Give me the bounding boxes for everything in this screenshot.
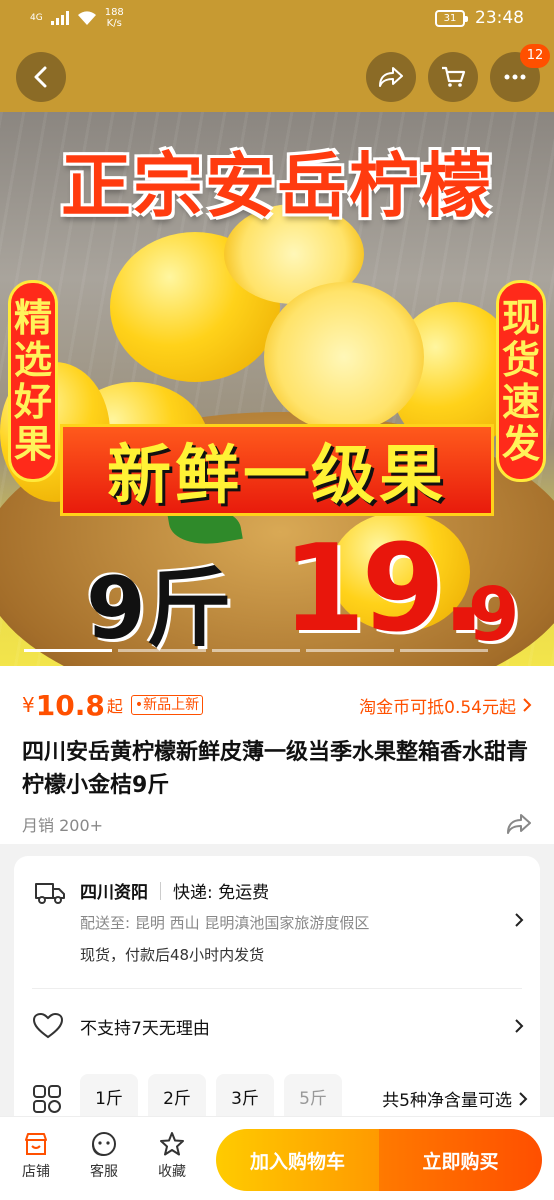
favorite-label: 收藏	[158, 1164, 186, 1180]
chevron-right-icon	[519, 1091, 528, 1106]
price-row: ¥ 10.8 起 •新品上新 淘金币可抵0.54元起	[22, 688, 532, 722]
return-policy-row[interactable]: 不支持7天无理由	[14, 1006, 540, 1046]
service-label: 客服	[90, 1164, 118, 1180]
network-label: 4G	[30, 13, 43, 23]
buy-now-button[interactable]: 立即购买	[379, 1129, 542, 1191]
product-image-carousel[interactable]: 正宗安岳柠檬 精选好果 现货速发 新鲜一级果 9斤 19. 9	[0, 112, 554, 666]
heart-shield-icon	[32, 1012, 64, 1039]
customer-service-button[interactable]: 客服	[74, 1131, 134, 1181]
speed-value: 188	[104, 7, 124, 18]
shop-icon	[25, 1133, 47, 1155]
divider	[32, 988, 522, 989]
delivery-origin-row: 四川资阳 快递: 免运费	[80, 878, 269, 903]
hero-price-qty: 9斤	[86, 559, 232, 659]
spec-more-text: 共5种净含量可选	[382, 1091, 512, 1111]
more-icon	[504, 74, 526, 80]
wifi-icon	[77, 10, 96, 25]
return-policy-text: 不支持7天无理由	[80, 1019, 210, 1039]
truck-icon	[35, 883, 65, 904]
hero-left-tag: 精选好果	[8, 280, 58, 482]
divider	[160, 881, 161, 900]
status-right: 31 23:48	[435, 8, 524, 28]
chevron-right-icon	[515, 1019, 524, 1033]
hero-banner: 新鲜一级果	[60, 424, 494, 516]
carousel-dot[interactable]	[306, 649, 394, 652]
hero-price: 9斤 19. 9	[0, 520, 554, 666]
carousel-dot[interactable]	[212, 649, 300, 652]
carousel-dot[interactable]	[118, 649, 206, 652]
chevron-right-icon	[523, 698, 532, 712]
purchase-buttons: 加入购物车 立即购买	[216, 1129, 542, 1191]
signal-icon	[50, 11, 69, 25]
favorite-button[interactable]: 收藏	[142, 1131, 202, 1181]
cart-button[interactable]	[428, 52, 478, 102]
monthly-sales: 月销 200+	[22, 816, 104, 835]
battery-level: 31	[443, 12, 457, 24]
share-icon[interactable]	[506, 813, 532, 835]
hero-title: 正宗安岳柠檬	[61, 145, 493, 227]
delivery-row[interactable]: 四川资阳 快递: 免运费 配送至: 昆明 西山 昆明滇池国家旅游度假区 现货，付…	[14, 870, 540, 970]
hero-price-decimal: 9	[468, 572, 520, 658]
bottom-action-bar: 店铺 客服 收藏 加入购物车 立即购买	[0, 1116, 554, 1200]
service-card: 四川资阳 快递: 免运费 配送至: 昆明 西山 昆明滇池国家旅游度假区 现货，付…	[14, 856, 540, 1146]
back-button[interactable]	[16, 52, 66, 102]
spec-more-link[interactable]: 共5种净含量可选	[374, 1086, 528, 1111]
chevron-left-icon	[34, 66, 47, 88]
currency-symbol: ¥	[22, 693, 35, 717]
grid-options-icon	[33, 1085, 61, 1113]
network-speed: 188 K/s	[105, 7, 124, 29]
price-suffix: 起	[106, 697, 123, 716]
more-button[interactable]: 12	[490, 44, 550, 102]
hero-right-tag: 现货速发	[496, 280, 546, 482]
chat-icon	[92, 1132, 116, 1156]
share-button[interactable]	[366, 52, 416, 102]
express-fee: 快递: 免运费	[173, 883, 270, 903]
cart-badge: 12	[520, 44, 550, 68]
status-bar: 4G 188 K/s 31 23:48	[0, 0, 554, 40]
chevron-right-icon	[515, 913, 524, 927]
new-arrival-tag: •新品上新	[130, 695, 204, 715]
share-icon	[379, 67, 403, 87]
speed-unit: K/s	[106, 18, 122, 29]
coin-text: 淘金币可抵0.54元起	[359, 697, 516, 718]
cart-icon	[442, 66, 466, 87]
sales-row: 月销 200+	[22, 812, 532, 836]
hero-price-main: 19.	[282, 520, 487, 659]
top-nav: 12	[0, 40, 554, 112]
product-info: ¥ 10.8 起 •新品上新 淘金币可抵0.54元起 四川安岳黄柠檬新鲜皮薄一级…	[0, 666, 554, 844]
status-left: 4G 188 K/s	[30, 7, 124, 29]
carousel-indicator	[24, 649, 488, 652]
clock: 23:48	[475, 8, 524, 28]
shop-button[interactable]: 店铺	[6, 1131, 66, 1181]
battery-icon: 31	[435, 9, 468, 27]
lemon-slice-image	[264, 282, 424, 432]
delivery-address: 配送至: 昆明 西山 昆明滇池国家旅游度假区	[80, 914, 370, 932]
origin: 四川资阳	[80, 883, 148, 903]
add-to-cart-button[interactable]: 加入购物车	[216, 1129, 379, 1191]
shop-label: 店铺	[22, 1164, 50, 1180]
carousel-dot[interactable]	[24, 649, 112, 652]
star-icon	[160, 1132, 184, 1156]
product-title: 四川安岳黄柠檬新鲜皮薄一级当季水果整箱香水甜青柠檬小金桔9斤	[22, 740, 529, 798]
carousel-dot[interactable]	[400, 649, 488, 652]
product-price: 10.8	[35, 688, 105, 722]
shipping-note: 现货，付款后48小时内发货	[80, 946, 265, 964]
coin-deduction-link[interactable]: 淘金币可抵0.54元起	[359, 693, 532, 718]
